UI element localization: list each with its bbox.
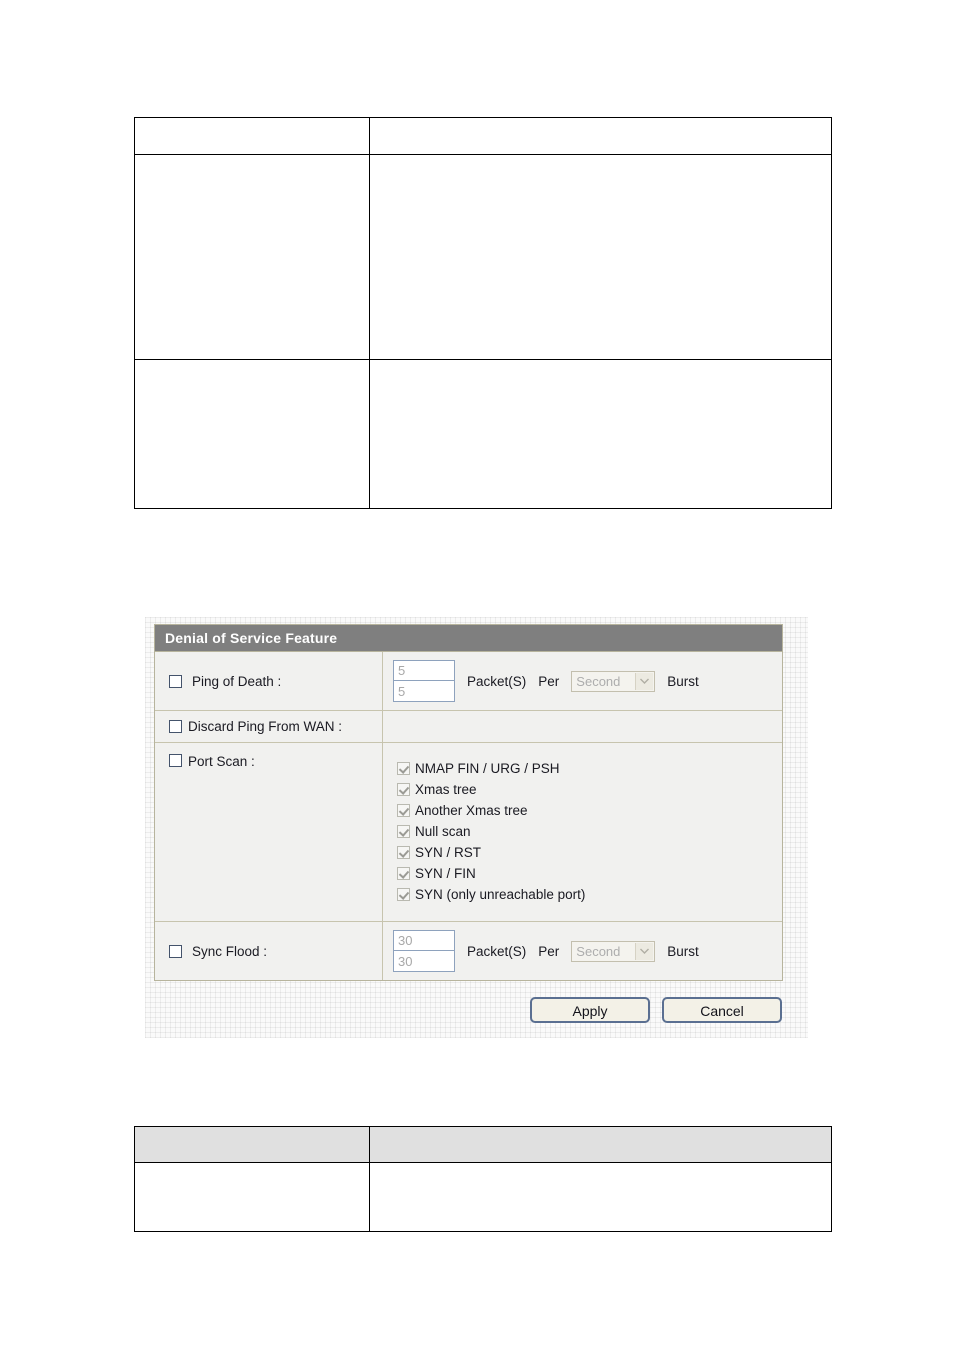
- port-scan-option-label: Xmas tree: [415, 782, 477, 797]
- port-scan-option-label: Another Xmas tree: [415, 803, 528, 818]
- panel-title: Denial of Service Feature: [155, 625, 782, 652]
- sync-flood-packets-input[interactable]: [393, 930, 455, 951]
- table-header-cell-name: [134, 1126, 370, 1163]
- dos-form: Denial of Service Feature Ping of Death …: [154, 624, 783, 981]
- ping-of-death-rate-line: Packet(S) Per Second Burst: [393, 660, 774, 702]
- sync-flood-burst-label: Burst: [667, 943, 699, 959]
- syn-fin-checkbox[interactable]: [397, 867, 410, 880]
- port-scan-option-label: SYN (only unreachable port): [415, 887, 586, 902]
- port-scan-option[interactable]: Null scan: [397, 824, 774, 839]
- ping-of-death-packets-unit-label: Packet(S): [467, 673, 527, 689]
- ping-of-death-interval-select[interactable]: Second: [571, 670, 656, 692]
- panel-button-bar: Apply Cancel: [154, 997, 783, 1023]
- port-scan-options-cell: NMAP FIN / URG / PSH Xmas tree Another X…: [383, 743, 782, 921]
- ping-of-death-checkbox[interactable]: [169, 674, 182, 688]
- table-cell-description: [369, 154, 832, 360]
- discard-ping-label-cell: Discard Ping From WAN :: [155, 711, 383, 742]
- table-row: [134, 359, 832, 509]
- denial-of-service-panel: Denial of Service Feature Ping of Death …: [145, 617, 808, 1038]
- sync-flood-packets-unit-label: Packet(S): [467, 943, 527, 959]
- table-cell-description: [369, 359, 832, 509]
- nmap-fin-urg-psh-checkbox[interactable]: [397, 762, 410, 775]
- port-scan-option[interactable]: NMAP FIN / URG / PSH: [397, 761, 774, 776]
- sync-flood-settings-cell: Packet(S) Per Second Burst: [383, 922, 782, 980]
- table-header-cell-name: [134, 117, 370, 155]
- row-ping-of-death: Ping of Death : Packet(S) Per Second: [155, 652, 782, 711]
- ping-of-death-label-cell: Ping of Death :: [155, 652, 383, 710]
- table-row: [134, 154, 832, 360]
- ping-of-death-label: Ping of Death :: [192, 673, 282, 689]
- top-parameter-table: [134, 117, 832, 509]
- sync-flood-label-cell: Sync Flood :: [155, 922, 383, 980]
- discard-ping-from-wan-label: Discard Ping From WAN :: [188, 719, 343, 734]
- sync-flood-label: Sync Flood :: [192, 943, 268, 959]
- syn-only-unreachable-port-checkbox[interactable]: [397, 888, 410, 901]
- another-xmas-tree-checkbox[interactable]: [397, 804, 410, 817]
- port-scan-option-label: Null scan: [415, 824, 471, 839]
- ping-of-death-packets-input[interactable]: [393, 660, 455, 681]
- ping-of-death-interval-value: Second: [576, 673, 621, 689]
- syn-rst-checkbox[interactable]: [397, 846, 410, 859]
- row-port-scan: Port Scan : NMAP FIN / URG / PSH Xmas tr…: [155, 743, 782, 922]
- row-discard-ping-from-wan: Discard Ping From WAN :: [155, 711, 782, 743]
- table-cell-description: [369, 1162, 832, 1232]
- port-scan-label-cell: Port Scan :: [155, 743, 383, 921]
- table-row: [134, 1162, 832, 1232]
- table-header-cell-description: [369, 117, 832, 155]
- sync-flood-interval-value: Second: [576, 943, 621, 959]
- port-scan-option-list: NMAP FIN / URG / PSH Xmas tree Another X…: [393, 755, 774, 909]
- port-scan-option[interactable]: SYN / FIN: [397, 866, 774, 881]
- port-scan-option[interactable]: SYN / RST: [397, 845, 774, 860]
- table-header-row: [134, 1126, 832, 1163]
- ping-of-death-per-label: Per: [538, 673, 560, 689]
- ping-of-death-burst-input[interactable]: [393, 681, 455, 702]
- apply-button[interactable]: Apply: [530, 997, 650, 1023]
- sync-flood-checkbox[interactable]: [169, 944, 182, 958]
- table-cell-name: [134, 1162, 370, 1232]
- bottom-parameter-table: [134, 1126, 832, 1232]
- port-scan-option[interactable]: Another Xmas tree: [397, 803, 774, 818]
- ping-of-death-burst-label: Burst: [667, 673, 699, 689]
- xmas-tree-checkbox[interactable]: [397, 783, 410, 796]
- port-scan-option[interactable]: SYN (only unreachable port): [397, 887, 774, 902]
- row-sync-flood: Sync Flood : Packet(S) Per Second: [155, 922, 782, 980]
- null-scan-checkbox[interactable]: [397, 825, 410, 838]
- discard-ping-from-wan-checkbox[interactable]: [169, 720, 182, 733]
- chevron-down-icon: [635, 942, 654, 960]
- sync-flood-rate-line: Packet(S) Per Second Burst: [393, 930, 774, 972]
- port-scan-option-label: SYN / FIN: [415, 866, 476, 881]
- chevron-down-icon: [635, 672, 654, 690]
- port-scan-label: Port Scan :: [188, 754, 255, 769]
- table-header-cell-description: [369, 1126, 832, 1163]
- table-header-row: [134, 117, 832, 155]
- sync-flood-interval-select[interactable]: Second: [571, 940, 656, 962]
- table-cell-name: [134, 154, 370, 360]
- sync-flood-burst-input[interactable]: [393, 951, 455, 972]
- port-scan-option-label: NMAP FIN / URG / PSH: [415, 761, 560, 776]
- table-cell-name: [134, 359, 370, 509]
- cancel-button[interactable]: Cancel: [662, 997, 782, 1023]
- sync-flood-per-label: Per: [538, 943, 560, 959]
- port-scan-option-label: SYN / RST: [415, 845, 482, 860]
- port-scan-option[interactable]: Xmas tree: [397, 782, 774, 797]
- discard-ping-empty-cell: [383, 711, 782, 742]
- ping-of-death-settings-cell: Packet(S) Per Second Burst: [383, 652, 782, 710]
- port-scan-checkbox[interactable]: [169, 754, 182, 767]
